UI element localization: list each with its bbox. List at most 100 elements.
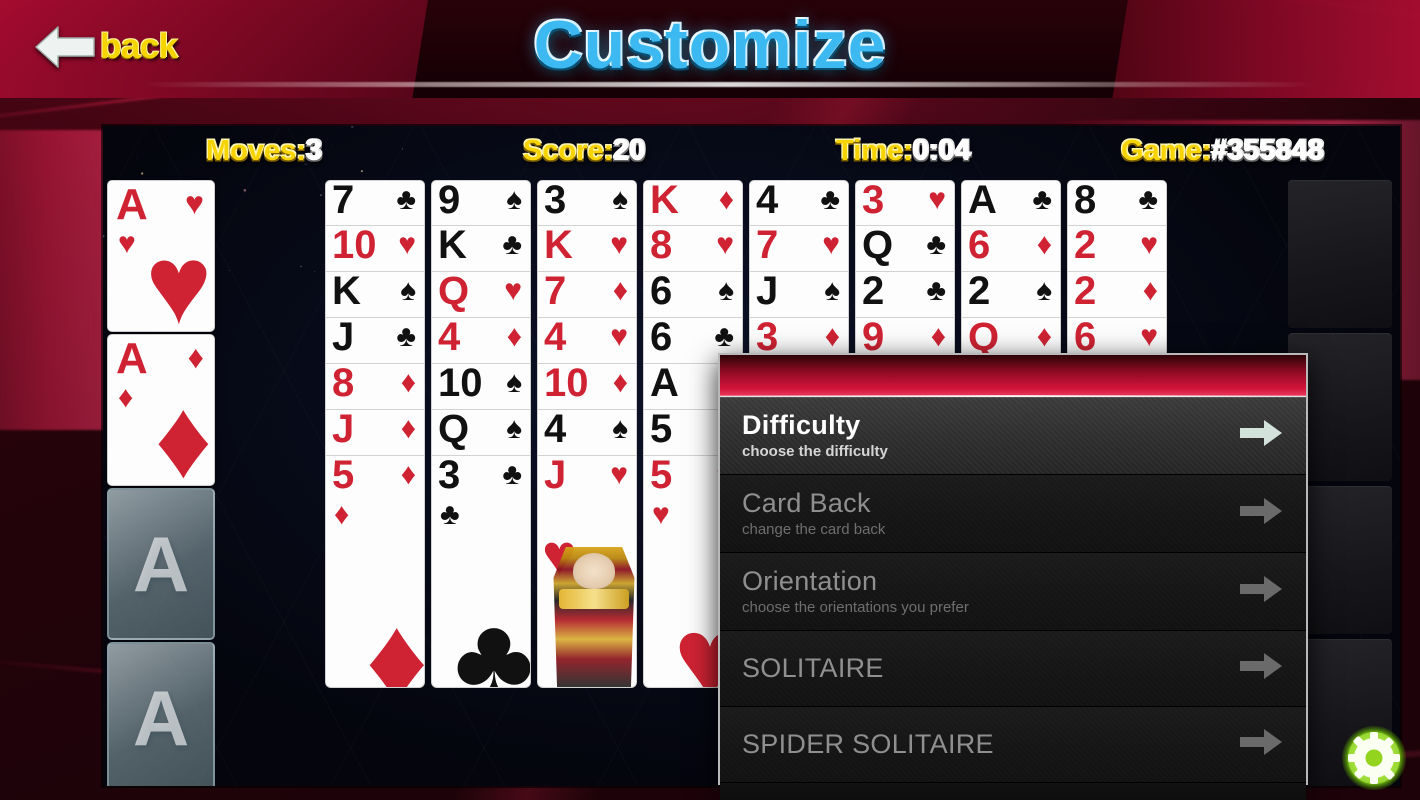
playing-card[interactable]: 4 ♠: [537, 408, 637, 456]
card-suit-icon: ♠: [824, 274, 840, 307]
menu-item-subtitle: change the card back: [742, 520, 886, 538]
playing-card[interactable]: J ♥ ♥: [537, 456, 637, 688]
card-suit-icon: ♦: [118, 381, 134, 414]
menu-item-title: Card Back: [742, 487, 871, 518]
empty-ace-slot-2[interactable]: A: [107, 642, 215, 786]
card-suit-icon: ♥: [118, 227, 136, 260]
playing-card[interactable]: A ♣: [961, 178, 1061, 226]
playing-card[interactable]: Q ♣: [855, 224, 955, 272]
card-rank: J: [544, 456, 567, 497]
playing-card[interactable]: Q ♠: [431, 408, 531, 456]
playing-card[interactable]: 2 ♠: [961, 270, 1061, 318]
menu-item-title: Difficulty: [742, 409, 861, 440]
gear-icon[interactable]: [1340, 724, 1408, 792]
card-suit-icon: ♦: [718, 183, 734, 216]
playing-card[interactable]: 6 ♦: [961, 224, 1061, 272]
card-suit-icon: ♠: [400, 274, 416, 307]
playing-card[interactable]: 8 ♦: [325, 362, 425, 410]
playing-card[interactable]: 3 ♠: [537, 178, 637, 226]
score-value: 20: [613, 134, 646, 167]
card-rank: 2: [1074, 269, 1097, 313]
playing-card[interactable]: 5 ♦ ♦ ♦: [325, 456, 425, 688]
playing-card[interactable]: 10 ♥: [325, 224, 425, 272]
right-arrow-icon[interactable]: [1238, 651, 1284, 686]
playing-card[interactable]: 7 ♥: [749, 224, 849, 272]
ace-of-hearts[interactable]: A ♥ ♥ ♥: [107, 180, 215, 332]
playing-card[interactable]: 3 ♣ ♣ ♣: [431, 456, 531, 688]
foundation-slot-1[interactable]: [1288, 180, 1392, 328]
playing-card[interactable]: 2 ♥: [1067, 223, 1167, 272]
tableau-column: 3 ♠ K ♥ 7 ♦ 4 ♥ 10 ♦ 4 ♠ J ♥ ♥: [537, 178, 637, 688]
card-suit-icon: ♥: [610, 320, 628, 353]
card-suit-icon: ♠: [612, 412, 628, 445]
card-suit-icon: ♥: [1140, 320, 1158, 353]
playing-card[interactable]: 6 ♠: [643, 269, 743, 318]
right-arrow-icon[interactable]: [1238, 574, 1284, 609]
card-suit-icon: ♥: [610, 458, 628, 491]
left-arrow-icon: [34, 24, 96, 70]
card-suit-icon: ♠: [1036, 274, 1052, 307]
empty-ace-slot-1[interactable]: A: [107, 488, 215, 640]
playing-card[interactable]: K ♠: [325, 270, 425, 318]
playing-card[interactable]: K ♣: [431, 223, 531, 272]
right-arrow-icon[interactable]: [1238, 496, 1284, 531]
playing-card[interactable]: 3 ♥: [855, 179, 955, 226]
card-rank: A: [650, 361, 679, 405]
card-suit-icon: ♠: [506, 412, 522, 445]
card-suit-icon: ♠: [506, 183, 522, 216]
playing-card[interactable]: J ♣: [325, 316, 425, 364]
card-rank: 10: [438, 361, 483, 405]
playing-card[interactable]: 2 ♦: [1067, 269, 1167, 318]
menu-item-orientation[interactable]: Orientation choose the orientations you p…: [720, 553, 1306, 631]
menu-item-card-back[interactable]: Card Back change the card back: [720, 475, 1306, 553]
game-id-stat: Game:#355848: [1121, 135, 1324, 168]
playing-card[interactable]: 8 ♣: [1067, 179, 1167, 226]
menu-item-solitaire[interactable]: SOLITAIRE: [720, 631, 1306, 707]
card-rank: 2: [1074, 223, 1097, 267]
playing-card[interactable]: K ♦: [643, 179, 743, 226]
playing-card[interactable]: 4 ♦: [431, 316, 531, 364]
right-arrow-icon[interactable]: [1238, 418, 1284, 453]
time-label: Time:: [836, 134, 913, 167]
card-suit-icon: ♦: [334, 498, 350, 531]
card-rank: 6: [650, 269, 673, 313]
card-rank: K: [438, 223, 467, 267]
card-suit-icon: ♦: [154, 376, 212, 486]
card-suit-icon: ♦: [1036, 228, 1052, 261]
time-stat: Time:0:04: [836, 135, 971, 168]
playing-card[interactable]: 4 ♥: [537, 315, 637, 364]
card-suit-icon: ♥: [1140, 228, 1158, 261]
card-rank: A: [116, 180, 148, 229]
card-rank: 4: [544, 315, 567, 359]
card-rank: 3: [544, 178, 567, 222]
playing-card[interactable]: Q ♥: [431, 270, 531, 318]
playing-card[interactable]: 4 ♣: [749, 179, 849, 226]
menu-item-difficulty[interactable]: Difficulty choose the difficulty: [720, 397, 1306, 475]
playing-card[interactable]: 7 ♣: [325, 179, 425, 226]
right-arrow-icon[interactable]: [1238, 727, 1284, 762]
playing-card[interactable]: K ♥: [537, 223, 637, 272]
back-button[interactable]: back: [34, 24, 178, 70]
card-rank: 8: [650, 223, 673, 267]
card-suit-icon: ♥: [716, 228, 734, 261]
ace-of-diamonds[interactable]: A ♦ ♦ ♦: [107, 334, 215, 486]
card-suit-icon: ♥: [398, 228, 416, 261]
card-suit-icon: ♠: [612, 183, 628, 216]
card-suit-icon: ♦: [506, 320, 522, 353]
playing-card[interactable]: 8 ♥: [643, 223, 743, 272]
playing-card[interactable]: 10 ♠: [431, 361, 531, 410]
playing-card[interactable]: J ♠: [749, 270, 849, 318]
playing-card[interactable]: J ♦: [325, 408, 425, 456]
card-suit-icon: ♥: [928, 183, 946, 216]
playing-card[interactable]: 9 ♠: [431, 179, 531, 226]
card-suit-icon: ♦: [400, 458, 416, 491]
card-rank: K: [544, 223, 573, 267]
menu-item-spider-solitaire[interactable]: SPIDER SOLITAIRE: [720, 707, 1306, 783]
playing-card[interactable]: 7 ♦: [537, 270, 637, 318]
card-suit-icon: ♦: [1142, 274, 1158, 307]
playing-card[interactable]: 2 ♣: [855, 270, 955, 318]
playing-card[interactable]: 10 ♦: [537, 362, 637, 410]
page-title: Customize: [533, 7, 887, 83]
card-rank: A: [968, 178, 997, 222]
card-rank: 3: [756, 315, 779, 359]
